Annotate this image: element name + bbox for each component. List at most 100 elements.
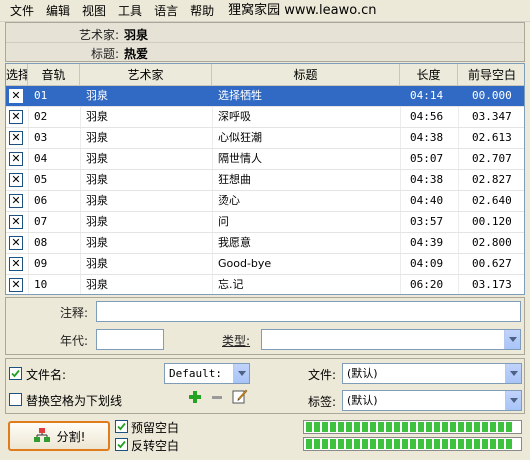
progress-block bbox=[370, 422, 376, 432]
menu-view[interactable]: 视图 bbox=[78, 0, 114, 22]
col-select[interactable]: 选择 bbox=[6, 64, 28, 86]
progress-block bbox=[410, 439, 416, 449]
table-row[interactable]: ✕ 08 羽泉 我愿意 04:39 02.800 bbox=[6, 233, 524, 254]
progress-block bbox=[490, 422, 496, 432]
keep-gap-checkbox[interactable] bbox=[115, 420, 128, 433]
gap-cell: 03.347 bbox=[472, 110, 512, 123]
track-select-checkbox[interactable]: ✕ bbox=[9, 173, 23, 187]
chevron-down-icon[interactable] bbox=[504, 330, 520, 349]
track-grid[interactable]: 选择 音轨 艺术家 标题 长度 前导空白 ✕ 01 羽泉 选择牺牲 04:14 00.00… bbox=[5, 63, 525, 295]
artist-cell: 羽泉 bbox=[86, 278, 108, 291]
replace-space-label: 替换空格为下划线 bbox=[26, 394, 123, 408]
album-title-label: 标题: bbox=[90, 47, 119, 61]
tag-select[interactable]: (默认) bbox=[342, 390, 522, 411]
track-select-checkbox[interactable]: ✕ bbox=[9, 236, 23, 250]
track-number-cell: 04 bbox=[34, 152, 48, 165]
track-number-cell: 08 bbox=[34, 236, 48, 249]
progress-block bbox=[346, 422, 352, 432]
progress-block bbox=[378, 422, 384, 432]
menu-file[interactable]: 文件 bbox=[6, 0, 42, 22]
table-row[interactable]: ✕ 05 羽泉 狂想曲 04:38 02.827 bbox=[6, 170, 524, 191]
track-select-checkbox[interactable]: ✕ bbox=[9, 257, 23, 271]
track-select-checkbox[interactable]: ✕ bbox=[9, 215, 23, 229]
invert-gap-checkbox[interactable] bbox=[115, 438, 128, 451]
comment-input[interactable] bbox=[96, 301, 521, 322]
menu-tools[interactable]: 工具 bbox=[114, 0, 150, 22]
progress-block bbox=[474, 422, 480, 432]
progress-block bbox=[314, 439, 320, 449]
title-cell: 心似狂潮 bbox=[218, 131, 262, 144]
filename-format-value: Default: bbox=[169, 367, 222, 380]
genre-select[interactable] bbox=[261, 329, 521, 350]
filename-format-select[interactable]: Default: bbox=[164, 363, 250, 384]
progress-block bbox=[498, 439, 504, 449]
col-length[interactable]: 长度 bbox=[400, 64, 458, 86]
menu-bar: 文件 编辑 视图 工具 语言 帮助 狸窝家园 www.leawo.cn bbox=[0, 0, 530, 22]
progress-block bbox=[330, 439, 336, 449]
year-input[interactable] bbox=[96, 329, 164, 350]
progress-block bbox=[458, 422, 464, 432]
track-select-checkbox[interactable]: ✕ bbox=[9, 152, 23, 166]
gap-cell: 00.000 bbox=[472, 89, 512, 102]
length-cell: 04:38 bbox=[410, 173, 444, 186]
invert-gap-label: 反转空白 bbox=[131, 439, 180, 453]
progress-block bbox=[410, 422, 416, 432]
artist-cell: 羽泉 bbox=[86, 89, 108, 102]
length-cell: 04:40 bbox=[410, 194, 444, 207]
track-select-checkbox[interactable]: ✕ bbox=[9, 89, 23, 103]
table-row[interactable]: ✕ 10 羽泉 忘.记 06:20 03.173 bbox=[6, 275, 524, 294]
artist-cell: 羽泉 bbox=[86, 215, 108, 228]
table-row[interactable]: ✕ 02 羽泉 深呼吸 04:56 03.347 bbox=[6, 107, 524, 128]
table-row[interactable]: ✕ 04 羽泉 隔世情人 05:07 02.707 bbox=[6, 149, 524, 170]
file-select[interactable]: (默认) bbox=[342, 363, 522, 384]
length-cell: 06:20 bbox=[410, 278, 444, 291]
replace-space-checkbox[interactable] bbox=[9, 393, 22, 406]
track-number-cell: 09 bbox=[34, 257, 48, 270]
progress-block bbox=[506, 422, 512, 432]
title-cell: 我愿意 bbox=[218, 236, 251, 249]
table-row[interactable]: ✕ 09 羽泉 Good-bye 04:09 00.627 bbox=[6, 254, 524, 275]
length-cell: 04:38 bbox=[410, 131, 444, 144]
progress-block bbox=[426, 439, 432, 449]
table-row[interactable]: ✕ 07 羽泉 问 03:57 00.120 bbox=[6, 212, 524, 233]
album-title-value: 热爱 bbox=[124, 47, 149, 61]
length-cell: 03:57 bbox=[410, 215, 444, 228]
progress-block bbox=[338, 439, 344, 449]
chevron-down-icon[interactable] bbox=[505, 364, 521, 383]
menu-language[interactable]: 语言 bbox=[150, 0, 186, 22]
filename-checkbox[interactable] bbox=[9, 367, 22, 380]
progress-block bbox=[330, 422, 336, 432]
col-track[interactable]: 音轨 bbox=[28, 64, 80, 86]
year-label: 年代: bbox=[60, 334, 89, 348]
brand-link[interactable]: 狸窝家园 www.leawo.cn bbox=[222, 0, 384, 22]
artist-cell: 羽泉 bbox=[86, 173, 108, 186]
split-button[interactable]: 分割! bbox=[8, 421, 110, 451]
progress-block bbox=[306, 439, 312, 449]
gap-cell: 00.120 bbox=[472, 215, 512, 228]
track-number-cell: 06 bbox=[34, 194, 48, 207]
col-gap[interactable]: 前导空白 bbox=[458, 64, 524, 86]
col-title[interactable]: 标题 bbox=[212, 64, 400, 86]
genre-label[interactable]: 类型: bbox=[222, 332, 250, 349]
remove-icon[interactable] bbox=[210, 390, 224, 407]
chevron-down-icon[interactable] bbox=[233, 364, 249, 383]
track-select-checkbox[interactable]: ✕ bbox=[9, 194, 23, 208]
track-select-checkbox[interactable]: ✕ bbox=[9, 278, 23, 292]
menu-help[interactable]: 帮助 bbox=[186, 0, 222, 22]
length-cell: 04:39 bbox=[410, 236, 444, 249]
table-row[interactable]: ✕ 01 羽泉 选择牺牲 04:14 00.000 bbox=[6, 86, 524, 107]
track-select-checkbox[interactable]: ✕ bbox=[9, 131, 23, 145]
progress-block bbox=[458, 439, 464, 449]
add-icon[interactable] bbox=[188, 390, 202, 407]
title-cell: 问 bbox=[218, 215, 229, 228]
chevron-down-icon[interactable] bbox=[505, 391, 521, 410]
progress-block bbox=[314, 422, 320, 432]
edit-icon[interactable] bbox=[232, 388, 248, 407]
track-select-checkbox[interactable]: ✕ bbox=[9, 110, 23, 124]
table-row[interactable]: ✕ 03 羽泉 心似狂潮 04:38 02.613 bbox=[6, 128, 524, 149]
split-icon bbox=[33, 427, 51, 446]
col-artist[interactable]: 艺术家 bbox=[80, 64, 212, 86]
title-cell: 选择牺牲 bbox=[218, 89, 262, 102]
menu-edit[interactable]: 编辑 bbox=[42, 0, 78, 22]
table-row[interactable]: ✕ 06 羽泉 烫心 04:40 02.640 bbox=[6, 191, 524, 212]
